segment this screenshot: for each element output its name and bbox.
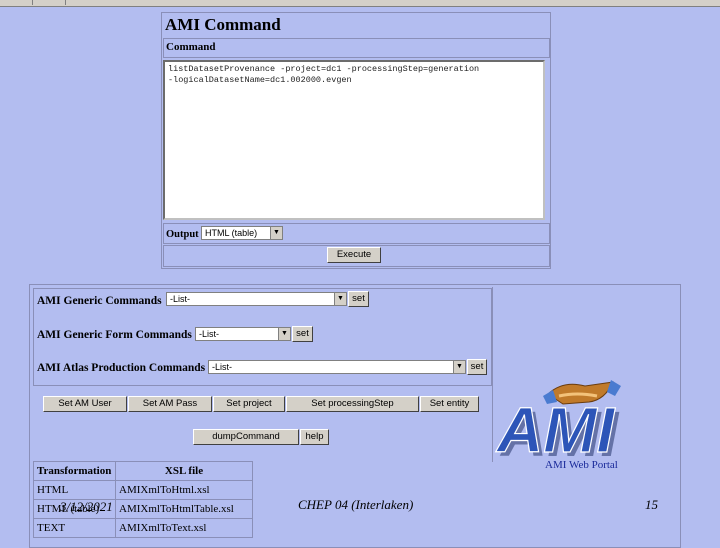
atlas-production-commands-label: AMI Atlas Production Commands [37,362,206,374]
dump-command-button[interactable]: dumpCommand [193,429,299,445]
ami-logo-icon: AMI AMI [494,380,621,462]
generic-commands-value: -List- [170,294,190,304]
table-row: HTML AMIXmlToHtml.xsl [33,480,253,500]
xsl-file-link[interactable]: AMIXmlToHtml.xsl [119,484,210,496]
set-entity-button[interactable]: Set entity [420,396,479,412]
command-label: Command [166,41,216,53]
transformation-cell: TEXT [33,518,116,538]
ami-web-portal-link[interactable]: AMI Web Portal [545,459,618,471]
ami-command-title: AMI Command [165,15,281,34]
table-header-row: Transformation XSL file [33,461,253,481]
generic-commands-set-button[interactable]: set [348,291,369,307]
generic-form-set-button[interactable]: set [292,326,313,342]
footer-page-number: 15 [645,497,658,512]
footer-date: 3/12/2021 [60,499,113,514]
command-label-row: Command [163,38,550,58]
chevron-down-icon[interactable]: ▼ [334,293,346,305]
set-am-pass-button[interactable]: Set AM Pass [128,396,212,412]
output-label: Output [166,229,199,240]
toolbar-button[interactable] [0,0,33,5]
output-select[interactable]: HTML (table) ▼ [201,226,283,240]
xsl-file-link[interactable]: AMIXmlToHtmlTable.xsl [119,503,234,515]
column-header-xsl-file: XSL file [115,461,253,481]
atlas-production-set-button[interactable]: set [467,359,487,375]
help-button[interactable]: help [300,429,329,445]
transformation-cell: HTML [33,480,116,500]
command-textarea[interactable]: listDatasetProvenance -project=dc1 -proc… [163,60,545,220]
set-processing-step-button[interactable]: Set processingStep [286,396,419,412]
chevron-down-icon[interactable]: ▼ [453,361,465,373]
generic-commands-select[interactable]: -List- ▼ [166,292,347,306]
atlas-production-commands-select[interactable]: -List- ▼ [208,360,466,374]
output-select-value: HTML (table) [205,228,258,238]
browser-toolbar [0,0,720,7]
table-row: TEXT AMIXmlToText.xsl [33,518,253,538]
generic-form-commands-label: AMI Generic Form Commands [37,329,192,341]
chevron-down-icon[interactable]: ▼ [278,328,290,340]
xsl-file-link[interactable]: AMIXmlToText.xsl [119,522,206,534]
generic-commands-label: AMI Generic Commands [37,295,162,307]
logo-text: AMI [495,394,616,462]
chevron-down-icon[interactable]: ▼ [270,227,282,239]
column-header-transformation: Transformation [33,461,116,481]
set-am-user-button[interactable]: Set AM User [43,396,127,412]
set-project-button[interactable]: Set project [213,396,285,412]
atlas-production-commands-value: -List- [212,362,232,372]
generic-form-commands-select[interactable]: -List- ▼ [195,327,291,341]
footer-conference: CHEP 04 (Interlaken) [298,497,414,512]
generic-form-commands-value: -List- [199,329,219,339]
toolbar-button[interactable] [33,0,66,5]
execute-button[interactable]: Execute [327,247,381,263]
